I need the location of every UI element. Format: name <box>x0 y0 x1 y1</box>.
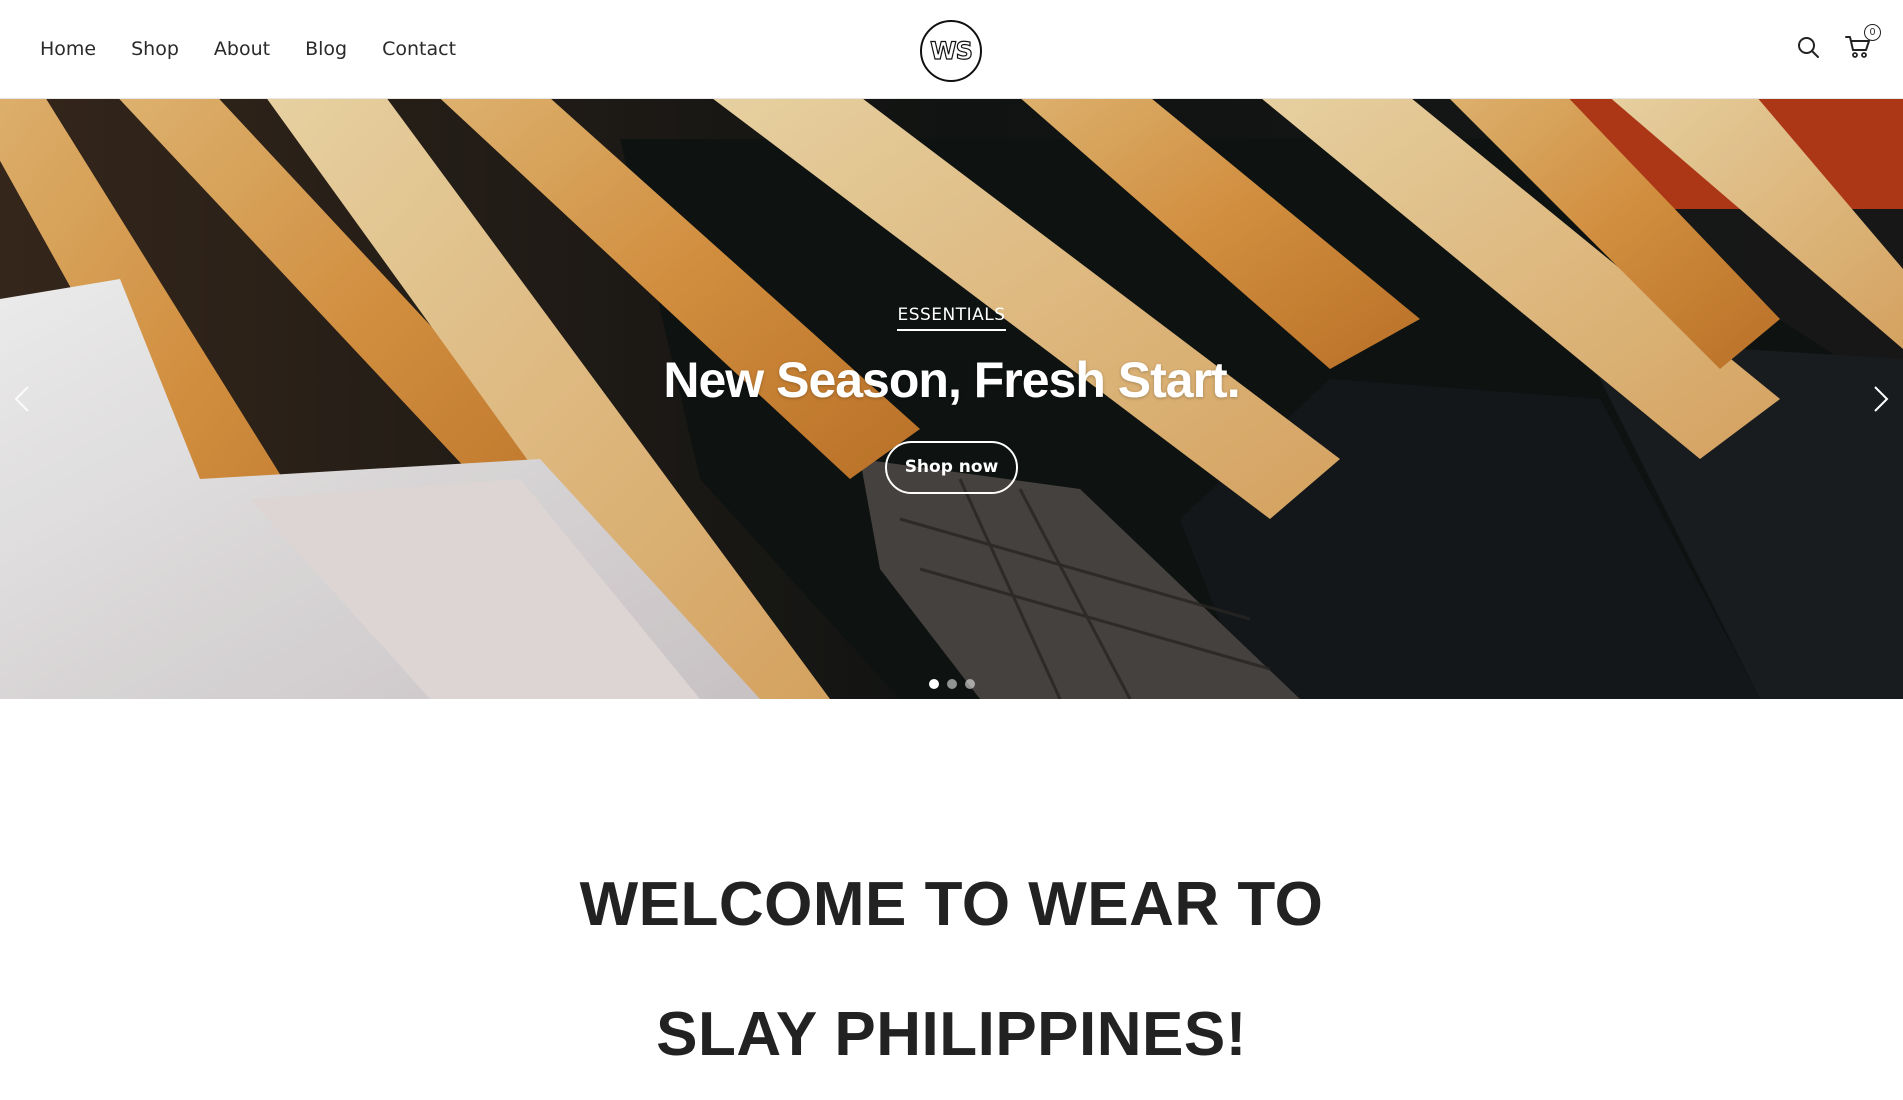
slider-next-arrow-icon[interactable] <box>1865 384 1895 414</box>
hero-eyebrow-text[interactable]: ESSENTIALS <box>897 305 1006 331</box>
hero-eyebrow: ESSENTIALS <box>0 305 1903 331</box>
slider-dot-1[interactable] <box>928 679 939 689</box>
logo-text: WS <box>930 36 974 65</box>
shop-now-button[interactable]: Shop now <box>885 441 1018 494</box>
nav-item-shop[interactable]: Shop <box>131 36 179 62</box>
site-logo[interactable]: WS <box>920 20 982 82</box>
nav-item-home[interactable]: Home <box>40 36 96 62</box>
main-nav: Home Shop About Blog Contact <box>40 36 491 62</box>
nav-item-blog[interactable]: Blog <box>305 36 347 62</box>
nav-item-contact[interactable]: Contact <box>382 36 456 62</box>
hero-title: New Season, Fresh Start. <box>663 352 1240 408</box>
slider-dot-2[interactable] <box>946 679 957 689</box>
search-icon <box>1798 37 1819 58</box>
nav-item-about[interactable]: About <box>214 36 270 62</box>
slider-dot-3[interactable] <box>964 679 975 689</box>
welcome-heading: WELCOME TO WEAR TO SLAY PHILIPPINES! <box>579 870 1324 1069</box>
slider-pagination <box>0 679 1903 689</box>
slider-prev-arrow-icon[interactable] <box>8 384 38 414</box>
cart-button[interactable]: 0 <box>1845 24 1881 60</box>
search-button[interactable] <box>1795 34 1821 60</box>
cart-count-badge: 0 <box>1864 24 1881 41</box>
header-actions: 0 <box>1795 24 1881 60</box>
hero-content: ESSENTIALS New Season, Fresh Start. Shop… <box>0 99 1903 699</box>
hero-slider: ESSENTIALS New Season, Fresh Start. Shop… <box>0 99 1903 699</box>
site-header: Home Shop About Blog Contact WS 0 <box>0 0 1903 99</box>
